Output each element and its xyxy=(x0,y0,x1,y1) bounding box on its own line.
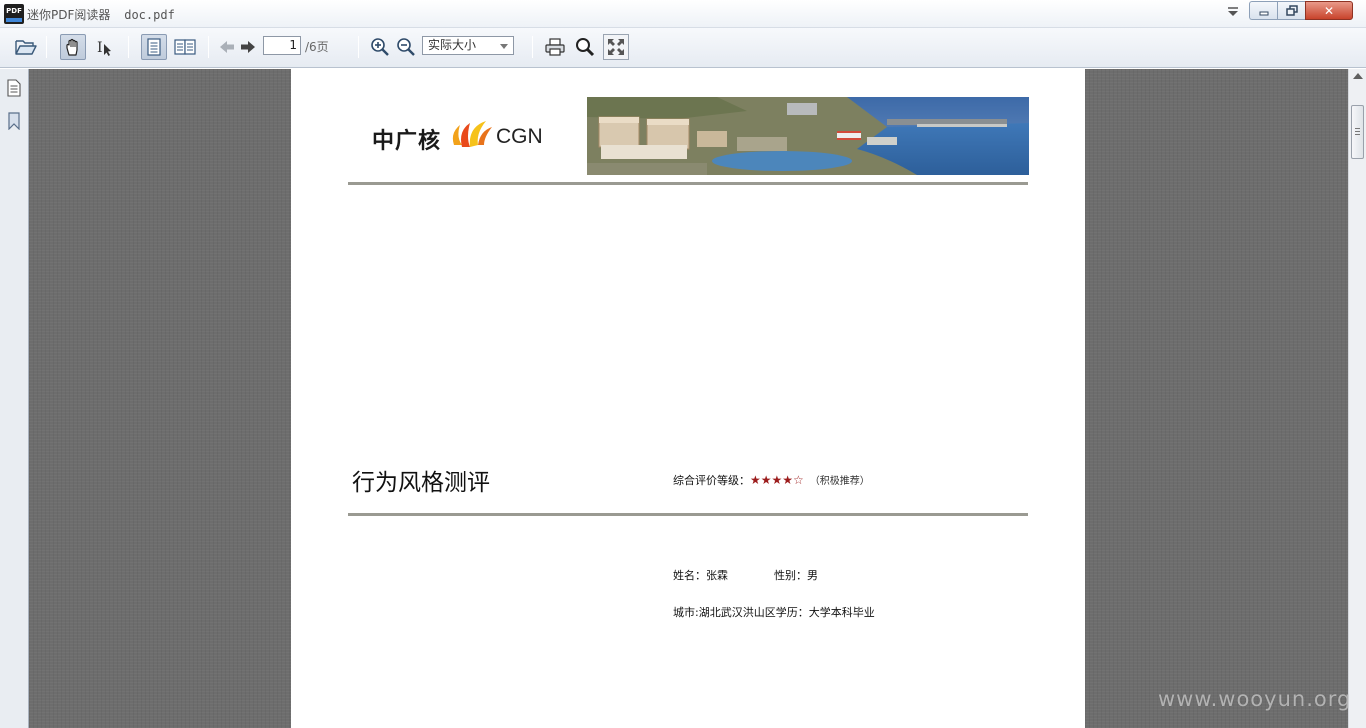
app-icon-label: PDF xyxy=(6,7,22,15)
chevron-down-icon xyxy=(500,44,508,49)
cgn-logo-icon xyxy=(452,121,492,147)
print-button[interactable] xyxy=(542,34,568,60)
logo-chinese-text: 中广核 xyxy=(372,129,442,154)
watermark-text: www.wooyun.org xyxy=(1158,687,1352,711)
zoom-out-icon xyxy=(397,38,415,56)
open-file-button[interactable] xyxy=(13,34,39,60)
next-page-icon xyxy=(241,41,255,53)
zoom-in-icon xyxy=(371,38,389,56)
menu-dropdown-icon[interactable] xyxy=(1226,5,1240,19)
open-folder-icon xyxy=(15,40,37,55)
close-button[interactable]: ✕ xyxy=(1305,1,1353,20)
logo-english-text: CGN xyxy=(496,125,543,148)
nuclear-plant-photo xyxy=(587,97,1029,175)
hand-tool-icon xyxy=(66,38,78,56)
scrollbar-thumb[interactable] xyxy=(1351,105,1364,159)
city-education-line: 城市:湖北武汉洪山区学历：大学本科毕业 xyxy=(673,606,875,619)
page-thumbnails-icon xyxy=(7,79,21,97)
svg-text:I: I xyxy=(97,40,103,56)
window-controls: ✕ xyxy=(1249,1,1353,21)
title-bar: PDF 迷你PDF阅读器 doc.pdf ✕ xyxy=(0,0,1366,28)
restore-icon xyxy=(1285,5,1298,16)
pdf-page: 中广核 CGN 行为风格测评 综合评价等级：★★★★☆ （积极推荐） 姓名：张霖… xyxy=(291,69,1085,728)
single-page-icon xyxy=(147,38,161,56)
app-name: 迷你PDF阅读器 xyxy=(27,8,111,22)
two-page-icon xyxy=(174,39,196,55)
search-button[interactable] xyxy=(572,34,598,60)
search-icon xyxy=(576,38,595,57)
single-page-view-button[interactable] xyxy=(141,34,167,60)
text-select-icon: I xyxy=(97,40,111,56)
minimize-button[interactable] xyxy=(1249,1,1277,20)
overall-rating: 综合评价等级：★★★★☆ （积极推荐） xyxy=(673,472,870,488)
hand-tool-button[interactable] xyxy=(60,34,86,60)
bookmarks-button[interactable] xyxy=(6,112,22,130)
vertical-scrollbar[interactable] xyxy=(1348,69,1366,728)
page-number-input[interactable]: 1 xyxy=(263,36,301,55)
document-title: 行为风格测评 xyxy=(352,470,490,496)
two-page-view-button[interactable] xyxy=(172,34,198,60)
window-title: 迷你PDF阅读器 doc.pdf xyxy=(27,6,175,23)
zoom-level-select[interactable]: 实际大小 xyxy=(422,36,514,55)
total-pages-label: /6页 xyxy=(305,40,329,54)
fullscreen-button[interactable] xyxy=(603,34,629,60)
scroll-up-icon[interactable] xyxy=(1353,73,1363,79)
name-field: 姓名：张霖 xyxy=(673,569,728,582)
title-divider xyxy=(348,513,1028,516)
zoom-level-value: 实际大小 xyxy=(428,38,477,52)
zoom-in-button[interactable] xyxy=(367,34,393,60)
header-divider xyxy=(348,182,1028,185)
fullscreen-icon xyxy=(608,39,624,55)
bookmarks-icon xyxy=(8,112,20,130)
file-name: doc.pdf xyxy=(124,8,175,22)
app-icon: PDF xyxy=(4,4,24,24)
next-page-button[interactable] xyxy=(235,34,261,60)
gender-field: 性别：男 xyxy=(774,569,818,582)
rating-stars: ★★★★☆ xyxy=(750,473,804,487)
company-logo: 中广核 CGN xyxy=(348,97,569,176)
text-select-button[interactable]: I xyxy=(92,34,118,60)
rating-note: （积极推荐） xyxy=(809,476,870,487)
rating-label: 综合评价等级： xyxy=(673,474,750,487)
side-panel xyxy=(0,69,29,728)
restore-button[interactable] xyxy=(1277,1,1305,20)
toolbar: I 1 /6页 实际大小 xyxy=(0,28,1366,68)
minimize-icon xyxy=(1259,11,1268,15)
close-icon: ✕ xyxy=(1323,3,1335,18)
previous-page-icon xyxy=(220,41,234,53)
zoom-out-button[interactable] xyxy=(393,34,419,60)
personal-info-line: 姓名：张霖 性别：男 xyxy=(673,567,818,583)
print-icon xyxy=(545,38,565,56)
thumbnails-button[interactable] xyxy=(6,79,22,97)
